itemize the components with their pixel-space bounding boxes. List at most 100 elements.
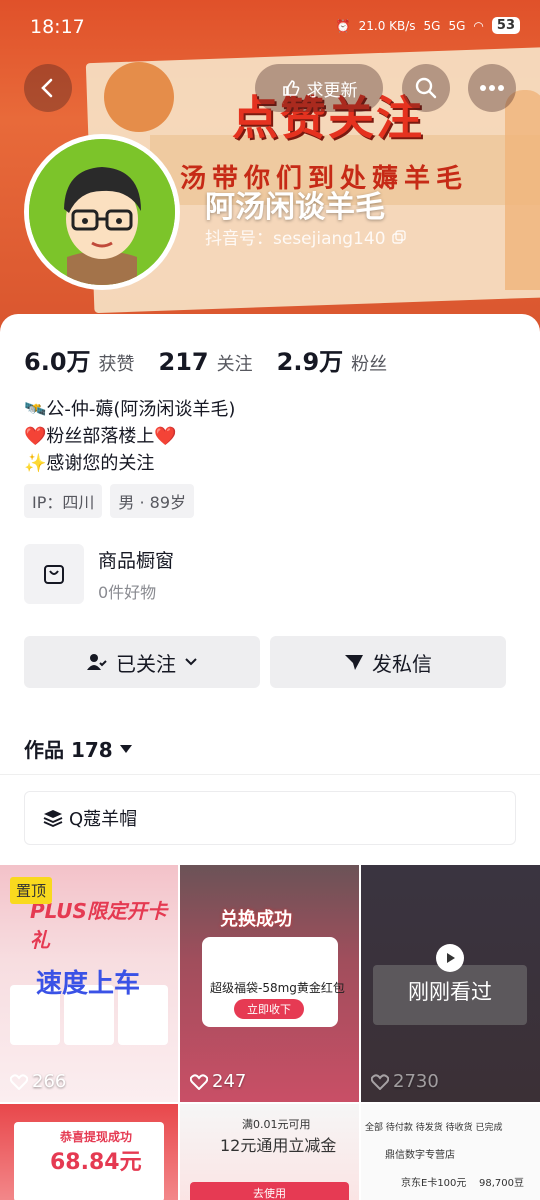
video-thumbnail[interactable]: 兑换成功 超级福袋-58mg黄金红包 立即收下 247 — [180, 865, 359, 1102]
gender-age-tag: 男 · 89岁 — [110, 484, 194, 518]
ip-tag: IP：四川 — [24, 484, 103, 518]
status-bar: 18:17 ⏰ 21.0 KB/s 5G 5G ◠ 53 — [0, 0, 540, 58]
video-thumbnail[interactable]: 恭喜提现成功 68.84元 — [0, 1104, 178, 1200]
bottle-decoration — [505, 90, 540, 290]
send-icon — [345, 655, 363, 670]
shop-title: 商品橱窗 — [98, 549, 175, 572]
heart-icon — [10, 1073, 28, 1090]
collection-bar[interactable]: Q蔻羊帽 — [24, 791, 516, 845]
profile-stats: 6.0万 获赞 217 关注 2.9万 粉丝 — [24, 342, 387, 377]
stat-label: 粉丝 — [351, 354, 388, 375]
video-thumbnail[interactable]: 满0.01元可用 12元通用立减金 去使用 — [180, 1104, 359, 1200]
followed-button[interactable]: 已关注 — [24, 636, 260, 688]
like-number: 2730 — [393, 1071, 439, 1092]
battery-icon: 53 — [491, 17, 520, 34]
alarm-icon: ⏰ — [335, 18, 351, 33]
stat-label: 获赞 — [98, 354, 135, 375]
profile-page: 点赞关注 汤带你们到处薅羊毛 18:17 ⏰ 21.0 KB/s 5G 5G ◠… — [0, 0, 540, 1200]
followed-label: 已关注 — [116, 651, 176, 676]
just-watched-label: 刚刚看过 — [408, 980, 492, 1004]
signal-icon: 5G — [423, 18, 441, 33]
like-number: 266 — [32, 1071, 67, 1092]
chevron-left-icon — [41, 78, 53, 98]
shop-icon-box — [24, 544, 84, 604]
status-icons: ⏰ 21.0 KB/s 5G 5G ◠ 53 — [336, 17, 520, 34]
profile-nickname: 阿汤闲谈羊毛 — [205, 190, 385, 225]
search-icon — [415, 77, 437, 99]
like-number: 247 — [212, 1071, 247, 1092]
bio-line: ❤️粉丝部落楼上❤️ — [24, 426, 177, 447]
stat-number: 6.0万 — [24, 348, 91, 376]
like-count: 247 — [190, 1071, 246, 1092]
bio-line: ✨感谢您的关注 — [24, 453, 155, 474]
bio-line: 🛰️公-仲-薅(阿汤闲谈羊毛) — [24, 399, 236, 420]
avatar[interactable] — [24, 134, 180, 290]
fox-mascot-icon — [104, 62, 174, 132]
thumb-sub: 满0.01元可用 — [242, 1118, 311, 1131]
thumb-button: 立即收下 — [234, 999, 304, 1019]
thumb-price: 98,700豆 — [479, 1178, 524, 1189]
more-icon — [480, 85, 504, 91]
thumb-tabs: 全部 待付款 待发货 待收货 已完成 — [365, 1123, 503, 1133]
collection-label: Q蔻羊帽 — [69, 809, 138, 830]
video-thumbnail[interactable]: 刚刚看过 2730 — [361, 865, 540, 1102]
works-tab[interactable]: 作品 178 — [24, 734, 133, 763]
shop-window[interactable]: 商品橱窗 0件好物 — [24, 544, 174, 604]
douyin-id[interactable]: 抖音号：sesejiang140 — [205, 224, 406, 249]
back-button[interactable] — [24, 64, 72, 112]
stat-label: 关注 — [216, 354, 253, 375]
triangle-down-icon — [119, 744, 132, 753]
pinned-badge: 置顶 — [10, 877, 53, 904]
shop-subtitle: 0件好物 — [98, 582, 157, 602]
more-button[interactable] — [468, 64, 516, 112]
user-check-icon — [87, 654, 107, 670]
thumb-button: 去使用 — [190, 1182, 349, 1200]
status-time: 18:17 — [30, 16, 85, 38]
signal-icon: 5G — [448, 18, 466, 33]
thumb-title: 恭喜提现成功 — [60, 1130, 133, 1144]
message-label: 发私信 — [372, 651, 432, 676]
divider — [0, 774, 540, 775]
stat-number: 217 — [158, 348, 209, 376]
copy-icon[interactable] — [391, 229, 406, 244]
stat-followers[interactable]: 2.9万 粉丝 — [277, 342, 388, 377]
stat-likes[interactable]: 6.0万 获赞 — [24, 342, 135, 377]
video-thumbnail[interactable]: 全部 待付款 待发货 待收货 已完成 鼎信数字专营店 京东E卡100元 98,7… — [361, 1104, 540, 1200]
layers-icon — [43, 810, 63, 827]
message-button[interactable]: 发私信 — [270, 636, 506, 688]
play-icon — [436, 944, 464, 972]
thumb-title: 12元通用立减金 — [220, 1136, 337, 1155]
thumb-desc: 超级福袋-58mg黄金红包 — [210, 981, 345, 995]
thumb-title: PLUS限定开卡礼 — [30, 899, 167, 952]
thumb-icon — [282, 80, 299, 96]
heart-icon — [371, 1073, 389, 1090]
profile-actions: 已关注 发私信 — [24, 636, 506, 688]
stat-number: 2.9万 — [276, 348, 344, 376]
douyin-id-text: 抖音号：sesejiang140 — [205, 229, 386, 249]
shop-text: 商品橱窗 0件好物 — [98, 546, 174, 603]
net-speed: 21.0 KB/s — [358, 18, 416, 33]
search-button[interactable] — [402, 64, 450, 112]
wifi-icon: ◠ — [473, 18, 484, 33]
works-label: 作品 178 — [24, 738, 113, 762]
request-update-label: 求更新 — [306, 80, 358, 101]
heart-icon — [190, 1073, 208, 1090]
thumb-amount: 68.84元 — [50, 1150, 142, 1175]
profile-bio: 🛰️公-仲-薅(阿汤闲谈羊毛) ❤️粉丝部落楼上❤️ ✨感谢您的关注 — [24, 396, 235, 477]
thumb-overlay-text: 速度上车 — [36, 969, 141, 999]
profile-card: 6.0万 获赞 217 关注 2.9万 粉丝 🛰️公-仲-薅(阿汤闲谈羊毛) ❤… — [0, 314, 540, 1200]
stat-following[interactable]: 217 关注 — [159, 348, 253, 376]
video-thumbnail[interactable]: PLUS限定开卡礼 速度上车 置顶 266 — [0, 865, 178, 1102]
request-update-button[interactable]: 求更新 — [255, 64, 383, 112]
like-count: 266 — [10, 1071, 66, 1092]
works-grid: PLUS限定开卡礼 速度上车 置顶 266 兑换成功 超级福袋-58mg黄金红包… — [0, 865, 540, 1200]
thumb-item: 京东E卡100元 — [401, 1178, 467, 1189]
cartoon-face-icon — [29, 139, 175, 285]
thumb-title: 兑换成功 — [220, 909, 292, 930]
just-watched-overlay: 刚刚看过 — [373, 944, 527, 1025]
profile-tags: IP：四川 男 · 89岁 — [24, 484, 194, 518]
chevron-down-icon — [185, 658, 197, 666]
shopping-bag-icon — [44, 565, 64, 584]
thumb-shop: 鼎信数字专营店 — [385, 1150, 455, 1161]
like-count: 2730 — [371, 1071, 439, 1092]
